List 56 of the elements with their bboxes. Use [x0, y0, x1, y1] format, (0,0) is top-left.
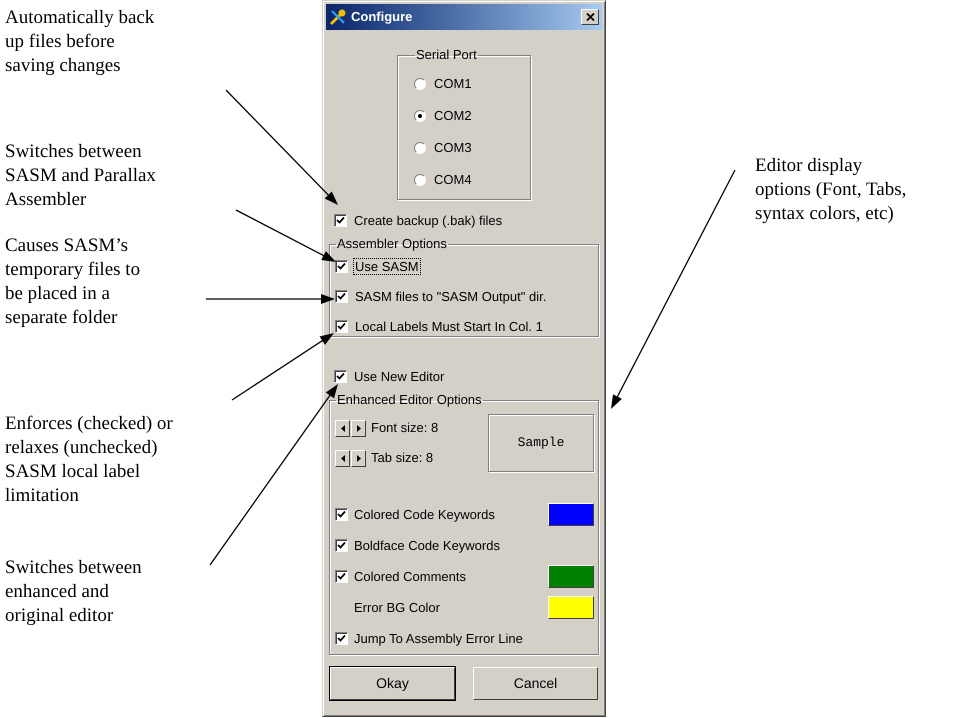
- radio-button[interactable]: [414, 78, 426, 90]
- decrease-button[interactable]: [335, 420, 350, 436]
- radio-label: COM2: [434, 107, 472, 126]
- left-triangle-icon: [340, 454, 344, 462]
- window-title: Configure: [351, 8, 414, 26]
- increase-button[interactable]: [351, 450, 366, 466]
- radio-label: COM1: [434, 75, 472, 94]
- color-label: Error BG Color: [354, 598, 440, 617]
- group-label: Assembler Options: [336, 237, 448, 251]
- annotation-text: Enforces (checked) or relaxes (unchecked) SASM local label limitation: [5, 412, 173, 508]
- checkbox[interactable]: [335, 320, 348, 332]
- spinner-label: Tab size: 8: [371, 449, 434, 468]
- radio-button[interactable]: [414, 110, 426, 122]
- checkbox-label: Colored Comments: [354, 568, 466, 586]
- checkbox-label: Jump To Assembly Error Line: [354, 630, 523, 648]
- close-button[interactable]: [581, 9, 599, 25]
- radio-label: COM3: [434, 139, 472, 158]
- annotation-text: Editor display options (Font, Tabs, syntax colors, etc): [755, 154, 906, 226]
- checkbox[interactable]: [335, 260, 348, 272]
- spinner-label: Font size: 8: [371, 419, 438, 438]
- wrench-icon: [329, 8, 347, 26]
- dialog-button[interactable]: Okay: [330, 667, 455, 700]
- checkbox-label: Use SASM: [354, 258, 420, 274]
- checkbox-label: Boldface Code Keywords: [354, 536, 500, 555]
- color-swatch[interactable]: [548, 503, 594, 526]
- increase-button[interactable]: [351, 420, 366, 436]
- checkbox[interactable]: [335, 508, 348, 521]
- group-label: Serial Port: [415, 48, 478, 62]
- decrease-button[interactable]: [335, 450, 350, 466]
- checkbox[interactable]: [335, 632, 348, 645]
- checkbox-label: SASM files to "SASM Output" dir.: [354, 288, 548, 304]
- checkbox[interactable]: [335, 539, 348, 552]
- color-swatch[interactable]: [548, 596, 594, 619]
- right-triangle-icon: [356, 424, 360, 432]
- checkbox[interactable]: [335, 570, 348, 583]
- checkbox[interactable]: [334, 214, 347, 226]
- annotation-text: Automatically back up files before saving changes: [5, 6, 154, 78]
- left-triangle-icon: [340, 424, 344, 432]
- right-triangle-icon: [356, 454, 360, 462]
- checkbox[interactable]: [334, 370, 347, 382]
- radio-button[interactable]: [414, 142, 426, 154]
- radio-button[interactable]: [414, 174, 426, 186]
- close-icon: [586, 13, 594, 21]
- color-swatch[interactable]: [548, 565, 594, 588]
- annotation-text: Causes SASM’s temporary files to be placed in a separate folder: [5, 234, 140, 330]
- annotation-text: Switches between SASM and Parallax Assembler: [5, 140, 156, 212]
- checkbox[interactable]: [335, 290, 348, 302]
- font-sample: Sample: [488, 414, 594, 472]
- radio-label: COM4: [434, 171, 472, 190]
- checkbox-label: Colored Code Keywords: [354, 506, 495, 524]
- checkbox-label: Local Labels Must Start In Col. 1: [354, 318, 544, 334]
- checkbox-label: Create backup (.bak) files: [353, 212, 504, 228]
- annotation-text: Switches between enhanced and original editor: [5, 556, 142, 628]
- dialog-button[interactable]: Cancel: [473, 667, 598, 700]
- group-label: Enhanced Editor Options: [336, 393, 483, 407]
- checkbox-label: Use New Editor: [353, 368, 446, 384]
